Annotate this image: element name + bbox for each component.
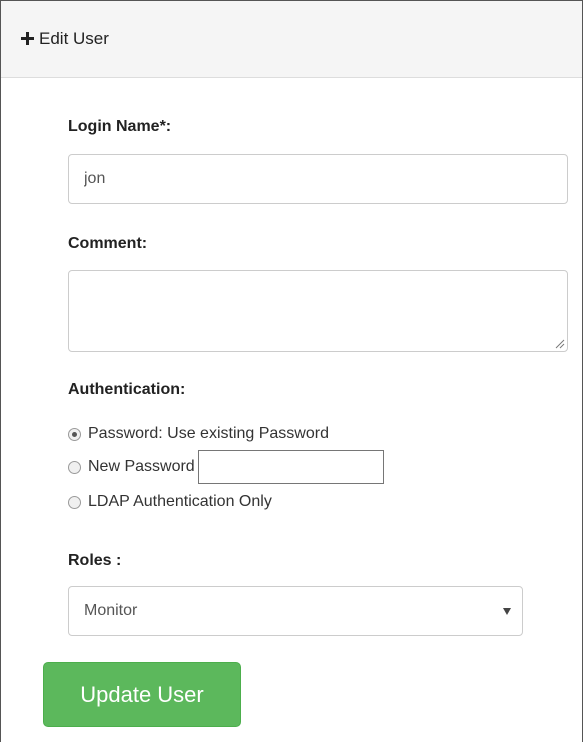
- auth-option-new-label: New Password: [88, 458, 195, 475]
- comment-field-wrapper: [68, 270, 568, 352]
- new-password-input[interactable]: [197, 450, 384, 484]
- auth-option-new[interactable]: New Password: [68, 450, 384, 484]
- plus-icon: [21, 32, 34, 45]
- login-name-label: Login Name*:: [68, 118, 172, 135]
- auth-option-existing[interactable]: Password: Use existing Password: [68, 425, 329, 443]
- panel-header: Edit User: [1, 1, 582, 78]
- update-user-button[interactable]: Update User: [43, 662, 241, 727]
- auth-option-existing-label: Password: Use existing Password: [88, 425, 329, 442]
- auth-option-ldap[interactable]: LDAP Authentication Only: [68, 493, 272, 511]
- radio-existing-password[interactable]: [68, 427, 81, 441]
- edit-user-panel: Edit User Login Name*: Comment: Authenti…: [0, 0, 583, 742]
- roles-label: Roles :: [68, 552, 122, 569]
- auth-option-ldap-label: LDAP Authentication Only: [88, 493, 272, 510]
- panel-title: Edit User: [39, 29, 109, 48]
- comment-textarea[interactable]: [68, 270, 568, 352]
- comment-label: Comment:: [68, 235, 148, 252]
- roles-selected-value: Monitor: [84, 602, 138, 619]
- radio-ldap[interactable]: [68, 495, 81, 509]
- resize-grip-icon[interactable]: [555, 339, 565, 349]
- login-name-input[interactable]: [68, 154, 568, 204]
- chevron-down-icon: [503, 608, 511, 615]
- authentication-label: Authentication:: [68, 381, 186, 398]
- roles-select[interactable]: Monitor: [68, 586, 523, 636]
- radio-new-password[interactable]: [68, 460, 81, 474]
